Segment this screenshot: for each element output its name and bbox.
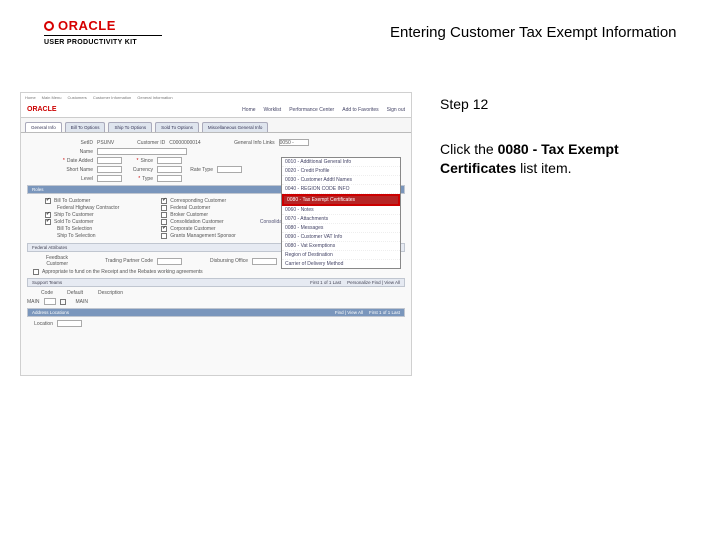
dropdown-item[interactable]: 0080 - Messages: [282, 224, 400, 233]
desc-col: Description: [87, 290, 127, 296]
step-label: Step 12: [440, 96, 692, 112]
seq-label: Appropriate to fund on the Receipt and t…: [42, 269, 203, 275]
since-label: Since: [140, 158, 153, 164]
dropdown-item[interactable]: 0060 - Notes: [282, 206, 400, 215]
federal-checkbox[interactable]: [161, 205, 167, 211]
rate-type-input[interactable]: [217, 166, 242, 173]
dropdown-item-tax-exempt-highlight[interactable]: 0080 - Tax Exempt Certificates: [282, 194, 400, 206]
location-label: Location: [27, 321, 57, 327]
tab-ship-to[interactable]: Ship To Options: [108, 122, 152, 132]
short-label: Short Name: [27, 167, 97, 173]
general-info-links-select[interactable]: 0050 -: [279, 139, 309, 146]
dropdown-item[interactable]: 0020 - Credit Profile: [282, 167, 400, 176]
corresponding-checkbox[interactable]: [161, 198, 167, 204]
location-input[interactable]: [57, 320, 82, 327]
sold-to-checkbox[interactable]: [45, 219, 51, 225]
brand-name: ORACLE: [58, 18, 116, 33]
dropdown-item[interactable]: 0040 - REGION CODE INFO: [282, 185, 400, 194]
dropdown-item[interactable]: 0030 - Customer Addtl Names: [282, 176, 400, 185]
address-section-header: Address Locations First 1 of 1 Last Find…: [27, 308, 405, 317]
general-info-dropdown: 0010 - Additional General Info 0020 - Cr…: [281, 157, 401, 269]
date-added-input[interactable]: [97, 157, 122, 164]
setid-value: PSUNV: [97, 140, 114, 146]
grants-checkbox[interactable]: [161, 233, 167, 239]
brand-block: ORACLE USER PRODUCTIVITY KIT: [44, 18, 174, 46]
support-teams-header: Support Teams Personalize Find | View Al…: [27, 278, 405, 287]
setid-label: SetID: [27, 140, 97, 146]
corporate-checkbox[interactable]: [161, 226, 167, 232]
tab-strip: General Info Bill To Options Ship To Opt…: [21, 118, 411, 133]
name-input[interactable]: [97, 148, 187, 155]
oracle-o-icon: [44, 21, 54, 31]
short-name-input[interactable]: [97, 166, 122, 173]
top-menu: Home Worklist Performance Center Add to …: [242, 107, 405, 113]
date-added-label: Date Added: [67, 158, 93, 164]
brand-subtitle: USER PRODUCTIVITY KIT: [44, 39, 174, 46]
dropdown-item[interactable]: 0080 - Vat Exemptions: [282, 242, 400, 251]
tab-bill-to[interactable]: Bill To Options: [65, 122, 106, 132]
instruction-text: Click the 0080 - Tax Exempt Certificates…: [440, 140, 692, 178]
tp-code-input[interactable]: [157, 258, 182, 265]
tp-code-label: Trading Partner Code: [72, 258, 157, 264]
currency-label: Currency: [122, 167, 157, 173]
app-brand: ORACLE: [27, 106, 57, 113]
broker-checkbox[interactable]: [161, 212, 167, 218]
type-select[interactable]: [157, 175, 182, 182]
since-input[interactable]: [157, 157, 182, 164]
default-col: Default: [57, 290, 87, 296]
code-col: Code: [27, 290, 57, 296]
level-label: Level: [27, 176, 97, 182]
dropdown-item[interactable]: Carrier of Delivery Method: [282, 260, 400, 268]
app-screenshot: Home Main Menu Customers Customer Inform…: [20, 92, 412, 376]
dropdown-item[interactable]: 0010 - Additional General Info: [282, 158, 400, 167]
dropdown-item[interactable]: 0090 - Customer VAT Info: [282, 233, 400, 242]
currency-input[interactable]: [157, 166, 182, 173]
custid-label: Customer ID: [114, 140, 169, 146]
bill-to-checkbox[interactable]: [45, 198, 51, 204]
tab-general-info[interactable]: General Info: [25, 122, 62, 132]
breadcrumb: Home Main Menu Customers Customer Inform…: [21, 93, 411, 102]
tab-sold-to[interactable]: Sold To Options: [155, 122, 199, 132]
custid-value: C0000000014: [169, 140, 200, 146]
instructions-panel: Step 12 Click the 0080 - Tax Exempt Cert…: [440, 92, 692, 376]
name-label: Name: [27, 149, 97, 155]
dropdown-item[interactable]: 0070 - Attachments: [282, 215, 400, 224]
dropdown-group-label: General Info Links: [201, 140, 279, 146]
tab-misc[interactable]: Miscellaneous General Info: [202, 122, 269, 132]
type-label: Type: [142, 176, 153, 182]
rtype-label: Rate Type: [182, 167, 217, 173]
dropdown-item[interactable]: Region of Destination: [282, 251, 400, 260]
disbursing-label: Disbursing Office: [182, 258, 252, 264]
level-select[interactable]: [97, 175, 122, 182]
disbursing-input[interactable]: [252, 258, 277, 265]
page-title: Entering Customer Tax Exempt Information: [390, 24, 677, 41]
